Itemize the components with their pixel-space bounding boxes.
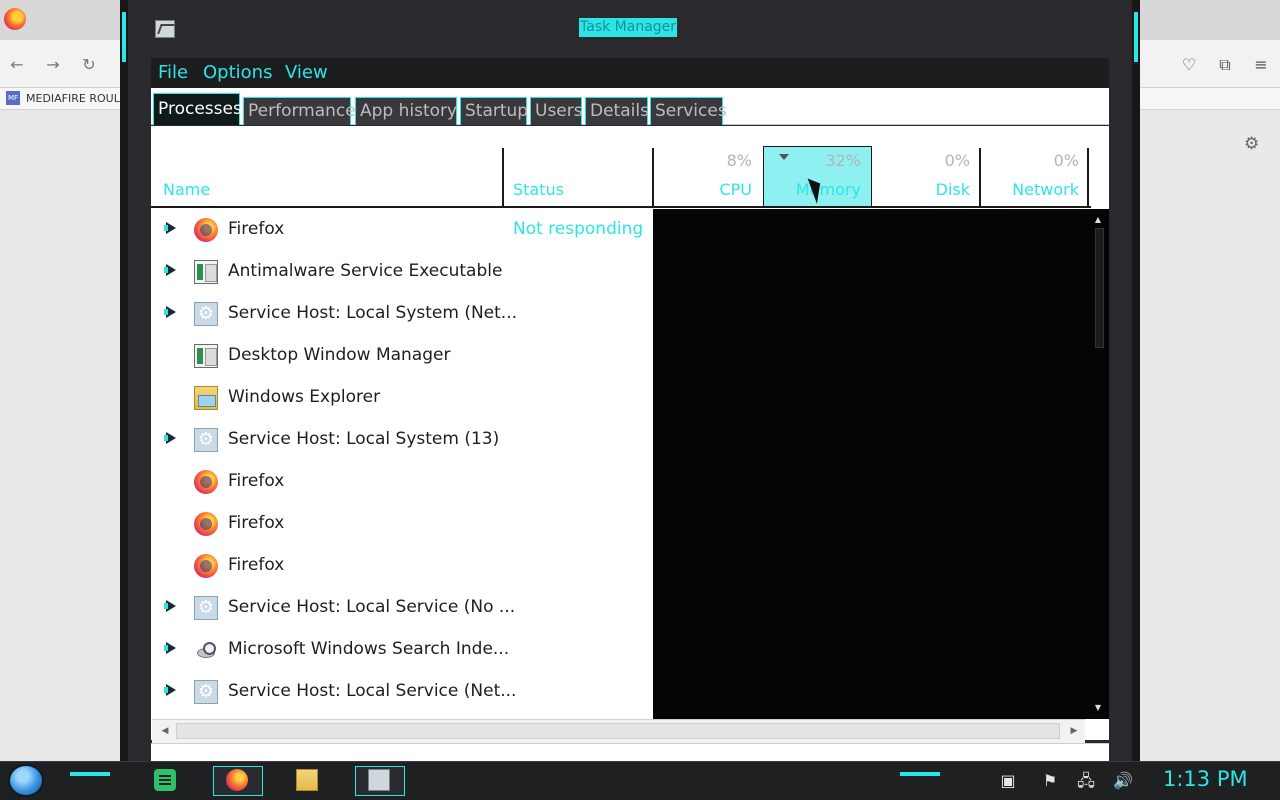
menu-icon[interactable]: ≡	[1250, 54, 1272, 76]
memory-total-percent: 32%	[825, 151, 861, 170]
firefox-icon	[194, 218, 218, 242]
process-row[interactable]: ⚙ Service Host: Local Service (Net...	[152, 671, 652, 713]
process-name: Desktop Window Manager	[228, 345, 451, 365]
clock[interactable]: 1:13 PM	[1163, 767, 1248, 791]
column-status[interactable]: Status	[513, 180, 564, 199]
process-name: Service Host: Local Service (No ...	[228, 597, 516, 617]
gear-icon: ⚙	[194, 596, 218, 620]
vertical-scroll-thumb[interactable]	[1095, 228, 1104, 348]
folder-icon	[194, 386, 218, 410]
flag-icon[interactable]: ⚑	[1040, 771, 1060, 791]
firefox-icon[interactable]	[4, 8, 26, 30]
column-separator[interactable]	[502, 148, 504, 208]
tab-users[interactable]: Users	[530, 97, 583, 125]
network-icon[interactable]: 🖧	[1076, 771, 1096, 791]
disk-total-percent: 0%	[944, 151, 970, 170]
notes-app-icon	[154, 769, 176, 791]
task-manager-icon	[368, 769, 390, 791]
tab-app-history[interactable]: App history	[355, 97, 457, 125]
process-row[interactable]: Antimalware Service Executable	[152, 251, 652, 293]
gear-icon: ⚙	[194, 302, 218, 326]
column-name[interactable]: Name	[163, 180, 210, 199]
column-network[interactable]: Network	[990, 180, 1079, 199]
column-separator[interactable]	[979, 148, 981, 208]
expand-arrow-icon[interactable]	[164, 600, 178, 612]
file-explorer-icon	[296, 769, 318, 791]
process-name: Firefox	[228, 513, 285, 533]
process-name: Firefox	[228, 219, 285, 239]
expand-arrow-icon[interactable]	[164, 642, 178, 654]
column-disk[interactable]: Disk	[910, 180, 970, 199]
tab-performance[interactable]: Performance	[243, 97, 356, 125]
gear-icon: ⚙	[194, 428, 218, 452]
menu-view[interactable]: View	[285, 62, 328, 83]
process-row[interactable]: Desktop Window Manager	[152, 335, 652, 377]
scroll-up-icon[interactable]: ▲	[1092, 214, 1104, 226]
tab-processes[interactable]: Processes	[153, 93, 242, 125]
menu-file[interactable]: File	[158, 62, 188, 83]
horizontal-scroll-thumb[interactable]	[176, 723, 1060, 739]
bookmark-favicon: MF	[6, 91, 20, 105]
task-manager-icon	[155, 20, 175, 38]
process-row[interactable]: Firefox	[152, 545, 652, 587]
process-name: Antimalware Service Executable	[228, 261, 503, 281]
expand-arrow-icon[interactable]	[164, 684, 178, 696]
volume-icon[interactable]: 🔊	[1113, 771, 1133, 791]
column-separator[interactable]	[1087, 148, 1089, 208]
process-name: Microsoft Windows Search Inde...	[228, 639, 510, 659]
expand-arrow-icon[interactable]	[164, 264, 178, 276]
start-button[interactable]	[8, 764, 44, 797]
scroll-right-icon[interactable]: ▶	[1066, 723, 1082, 739]
expand-arrow-icon[interactable]	[164, 222, 178, 234]
process-name: Service Host: Local Service (Net...	[228, 681, 517, 701]
process-row[interactable]: Firefox	[152, 461, 652, 503]
process-row[interactable]: Firefox	[152, 503, 652, 545]
back-icon[interactable]: ←	[6, 54, 28, 76]
process-status: Not responding	[513, 219, 644, 239]
tab-startup[interactable]: Startup	[460, 97, 528, 125]
extensions-icon[interactable]: ⧉	[1214, 54, 1236, 76]
process-row[interactable]: ⚙ Service Host: Local Service (No ...	[152, 587, 652, 629]
sort-descending-icon	[779, 154, 789, 160]
firefox-icon	[194, 554, 218, 578]
window-app-icon	[194, 260, 218, 284]
forward-icon[interactable]: →	[42, 54, 64, 76]
firefox-icon	[194, 512, 218, 536]
firefox-icon	[226, 769, 248, 791]
reload-icon[interactable]: ↻	[78, 54, 100, 76]
expand-arrow-icon[interactable]	[164, 432, 178, 444]
scroll-down-icon[interactable]: ▼	[1092, 702, 1104, 714]
tab-details[interactable]: Details	[585, 97, 649, 125]
window-footer	[151, 743, 1109, 763]
process-row[interactable]: Microsoft Windows Search Inde...	[152, 629, 652, 671]
tab-services[interactable]: Services	[650, 97, 727, 125]
process-row[interactable]: ⚙ Service Host: Local System (13)	[152, 419, 652, 461]
gear-icon: ⚙	[194, 680, 218, 704]
process-row[interactable]: Firefox Not responding	[152, 209, 652, 251]
column-separator[interactable]	[652, 148, 654, 208]
process-name: Service Host: Local System (Net...	[228, 303, 518, 323]
process-name: Firefox	[228, 471, 285, 491]
resource-values-area	[653, 209, 1089, 719]
menu-options[interactable]: Options	[203, 62, 272, 83]
settings-gear-icon[interactable]: ⚙	[1244, 134, 1259, 154]
window-app-icon	[194, 344, 218, 368]
bookmark-item[interactable]: MEDIAFIRE ROULET	[26, 92, 134, 105]
process-row[interactable]: Windows Explorer	[152, 377, 652, 419]
action-center-icon[interactable]: ▣	[998, 771, 1018, 791]
window-title: Task Manager	[579, 18, 678, 37]
process-name: Service Host: Local System (13)	[228, 429, 500, 449]
process-row[interactable]: ⚙ Service Host: Local System (Net...	[152, 293, 652, 335]
process-name: Firefox	[228, 555, 285, 575]
firefox-icon	[194, 470, 218, 494]
pocket-icon[interactable]: ♡	[1178, 54, 1200, 76]
column-cpu[interactable]: CPU	[700, 180, 752, 199]
scroll-left-icon[interactable]: ◀	[157, 723, 173, 739]
expand-arrow-icon[interactable]	[164, 306, 178, 318]
search-indexer-icon	[194, 638, 218, 662]
network-total-percent: 0%	[1053, 151, 1079, 170]
cpu-total-percent: 8%	[726, 151, 752, 170]
process-name: Windows Explorer	[228, 387, 381, 407]
